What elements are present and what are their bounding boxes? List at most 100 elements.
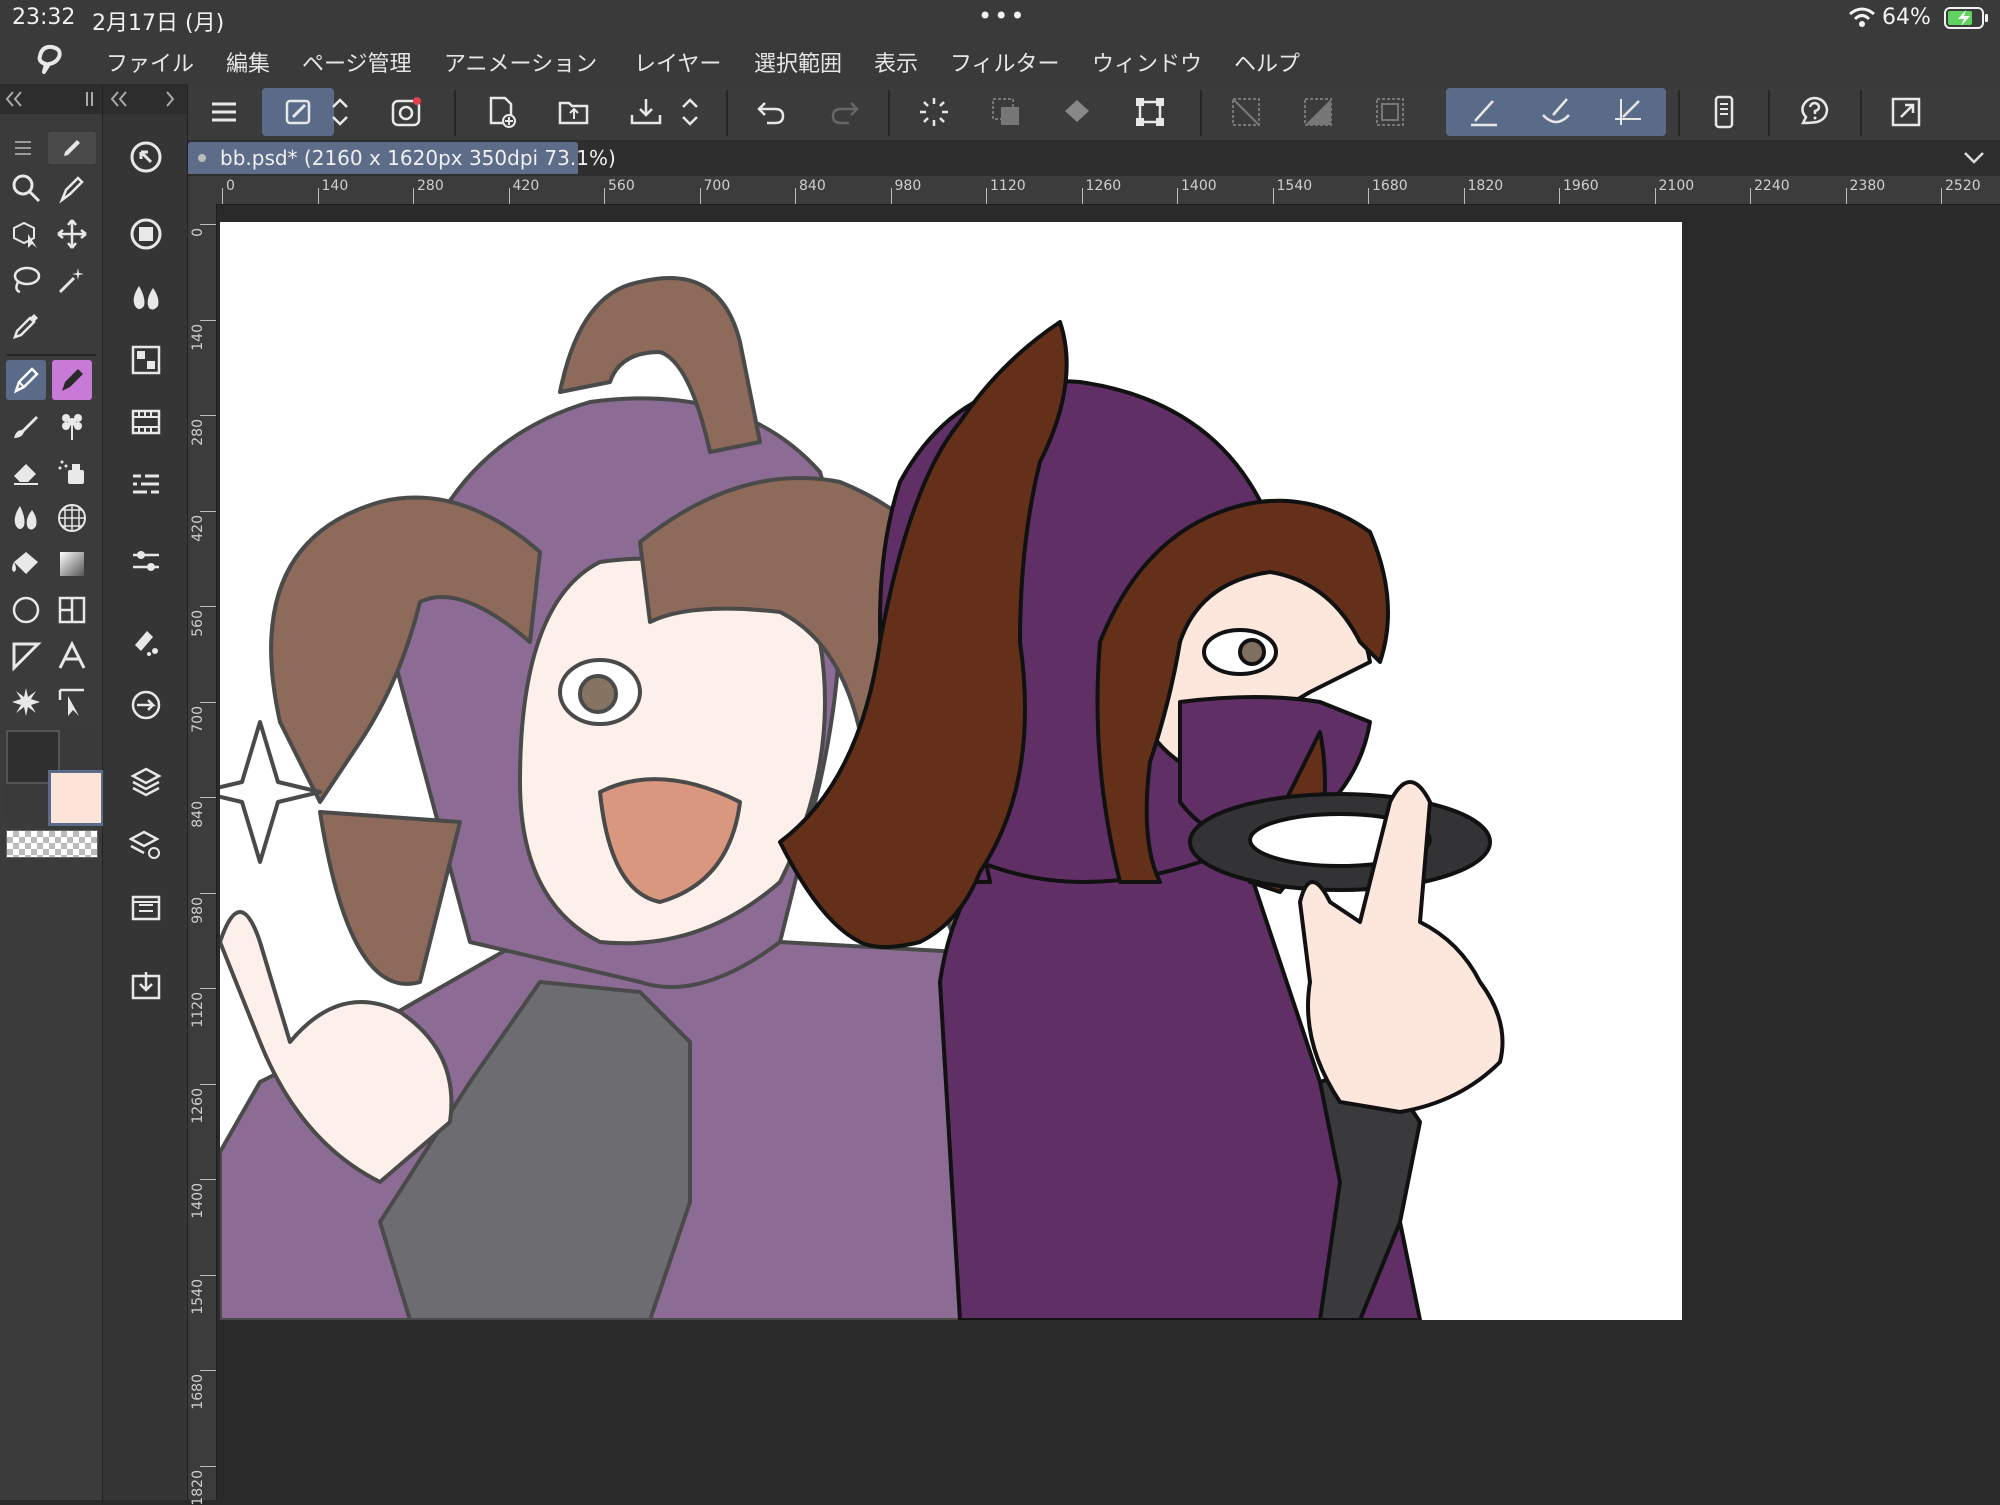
shape-icon[interactable] <box>6 590 46 630</box>
redo-icon[interactable] <box>808 88 880 136</box>
tool-property-icon[interactable] <box>124 540 168 584</box>
ruler-tick <box>795 188 796 204</box>
correct-line-icon[interactable] <box>52 682 92 722</box>
ruler-label: 1120 <box>190 992 206 1028</box>
menu-filter[interactable]: フィルター <box>950 46 1060 78</box>
sub-view-icon[interactable] <box>124 212 168 256</box>
new-file-icon[interactable] <box>466 88 538 136</box>
frame-icon[interactable] <box>52 590 92 630</box>
multitask-dots[interactable]: ••• <box>978 2 1026 30</box>
layer-property-icon[interactable] <box>124 463 168 507</box>
main-menu-icon[interactable] <box>188 88 260 136</box>
perspective-icon[interactable] <box>52 498 92 538</box>
toolbar-separator <box>726 90 728 136</box>
save-options-toggle-icon[interactable] <box>668 88 712 136</box>
unsaved-dot-icon <box>198 154 206 162</box>
burst-icon[interactable] <box>6 682 46 722</box>
magic-wand-icon[interactable] <box>52 260 92 300</box>
chevron-down-icon[interactable] <box>1962 150 1986 166</box>
toolbar-separator <box>1678 90 1680 136</box>
up-down-toggle-icon[interactable] <box>318 88 362 136</box>
ruler-label: 2240 <box>1754 178 1790 194</box>
ruler-label: 1400 <box>1181 178 1217 194</box>
transform-icon[interactable] <box>1114 88 1186 136</box>
ruler-tick <box>200 415 216 416</box>
menu-window[interactable]: ウィンドウ <box>1092 46 1202 78</box>
invert-selection-icon[interactable] <box>1282 88 1354 136</box>
menu-layer[interactable]: レイヤー <box>634 46 721 78</box>
undo-icon[interactable] <box>736 88 808 136</box>
canvas[interactable] <box>220 222 1682 1320</box>
companion-icon[interactable] <box>370 88 442 136</box>
airbrush-icon[interactable] <box>52 452 92 492</box>
expand-right-icon[interactable] <box>163 90 177 108</box>
move-icon[interactable] <box>52 214 92 254</box>
ruler-label: 0 <box>190 228 206 237</box>
collapse-mid-icon[interactable] <box>109 90 129 108</box>
smartphone-icon[interactable] <box>1688 88 1760 136</box>
menu-animation[interactable]: アニメーション <box>444 46 597 78</box>
panel-grip-icon[interactable] <box>84 90 96 108</box>
sub-color-swatch[interactable] <box>48 770 104 826</box>
layer-search-icon[interactable] <box>124 823 168 867</box>
app-logo-icon[interactable] <box>32 42 68 82</box>
material-icon[interactable] <box>124 338 168 382</box>
brush-icon[interactable] <box>6 406 46 446</box>
document-tab[interactable]: bb.psd* (2160 x 1620px 350dpi 73.1%) <box>188 142 578 174</box>
clear-selection-icon[interactable] <box>970 88 1042 136</box>
menu-file[interactable]: ファイル <box>106 46 194 78</box>
transparent-color-swatch[interactable] <box>6 830 98 858</box>
auto-action-icon[interactable] <box>124 683 168 727</box>
zoom-icon[interactable] <box>6 168 46 208</box>
menu-help[interactable]: ヘルプ <box>1234 46 1300 78</box>
menu-lines-icon[interactable] <box>12 138 34 158</box>
eyedropper-icon[interactable] <box>6 306 46 346</box>
menu-edit[interactable]: 編集 <box>226 46 270 78</box>
pen-icon[interactable] <box>6 360 46 400</box>
fill-icon[interactable] <box>6 544 46 584</box>
export-icon[interactable] <box>124 963 168 1007</box>
fill-selection-icon[interactable] <box>1042 88 1114 136</box>
deselect-icon[interactable] <box>1210 88 1282 136</box>
ruler-tick <box>1368 188 1369 204</box>
help-icon[interactable] <box>1778 88 1850 136</box>
balloon-icon[interactable] <box>6 636 46 676</box>
ruler-tick <box>200 893 216 894</box>
ruler-tick <box>200 1466 216 1467</box>
marker-icon[interactable] <box>52 360 92 400</box>
color-wheel-icon[interactable] <box>124 275 168 319</box>
ruler-tick <box>1273 188 1274 204</box>
navigator-icon[interactable] <box>124 135 168 179</box>
snap-ruler-icon[interactable] <box>1448 88 1520 136</box>
expand-selection-icon[interactable] <box>1354 88 1426 136</box>
blend-icon[interactable] <box>6 498 46 538</box>
ruler-tick <box>200 1179 216 1180</box>
menu-view[interactable]: 表示 <box>874 46 918 78</box>
snap-grid-icon[interactable] <box>1592 88 1664 136</box>
loading-icon[interactable] <box>898 88 970 136</box>
menu-selection[interactable]: 選択範囲 <box>754 46 842 78</box>
ruler-tick <box>986 188 987 204</box>
object-select-icon[interactable] <box>6 214 46 254</box>
layer-icon[interactable] <box>124 760 168 804</box>
eraser-icon[interactable] <box>6 452 46 492</box>
ruler-tick <box>200 1370 216 1371</box>
open-file-icon[interactable] <box>538 88 610 136</box>
ruler-tick <box>509 188 510 204</box>
gradient-icon[interactable] <box>52 544 92 584</box>
decoration-icon[interactable] <box>52 406 92 446</box>
collapse-left-icon[interactable] <box>4 90 24 108</box>
brush-size-icon[interactable] <box>124 620 168 664</box>
tab-tool-active[interactable] <box>48 132 96 164</box>
fullscreen-icon[interactable] <box>1870 88 1942 136</box>
snap-special-ruler-icon[interactable] <box>1520 88 1592 136</box>
pen-tip-icon[interactable] <box>52 168 92 208</box>
text-icon[interactable] <box>52 636 92 676</box>
ruler-label: 1960 <box>1563 178 1599 194</box>
timeline-icon[interactable] <box>124 400 168 444</box>
battery-percent: 64% <box>1882 5 1931 30</box>
lasso-icon[interactable] <box>6 260 46 300</box>
toolbar-separator <box>1768 90 1770 136</box>
menu-page-management[interactable]: ページ管理 <box>302 46 412 78</box>
page-manage-icon[interactable] <box>124 886 168 930</box>
